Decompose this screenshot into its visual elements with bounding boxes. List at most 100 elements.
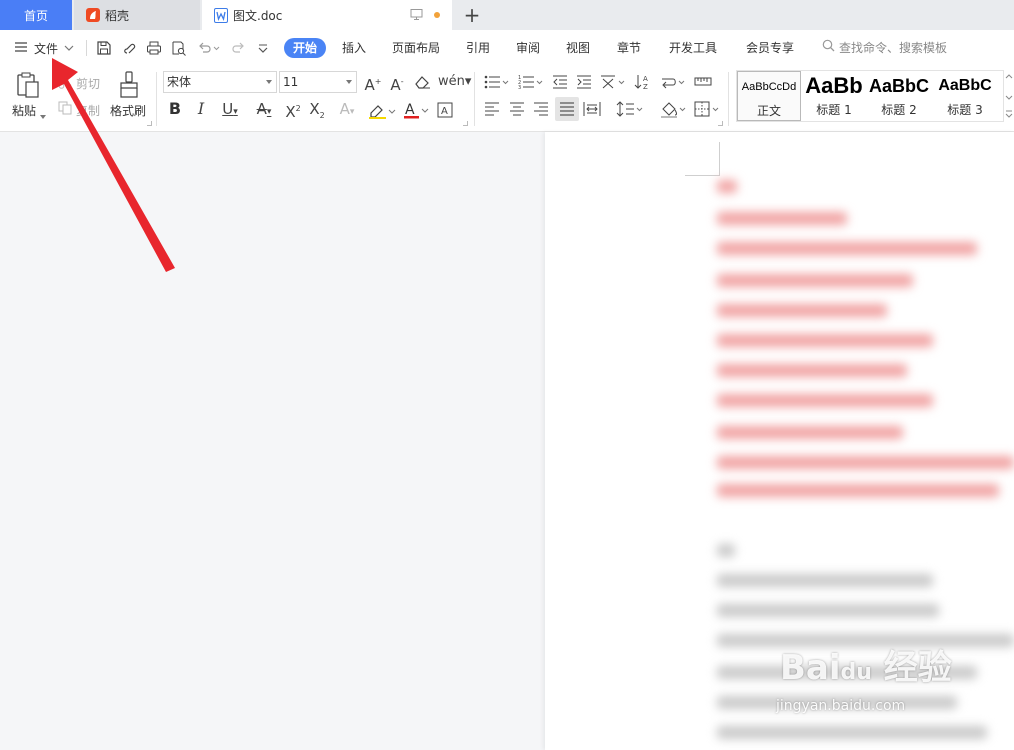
increase-indent-icon[interactable]	[576, 74, 592, 93]
style-heading-3[interactable]: AaBbC 标题 3	[933, 71, 997, 121]
blurred-text-line	[717, 426, 903, 439]
print-icon[interactable]	[146, 40, 162, 59]
strikethrough-icon[interactable]: A▾	[250, 99, 278, 122]
format-painter-icon[interactable]	[118, 71, 140, 102]
tab-daoke[interactable]: 稻壳	[74, 0, 200, 30]
tab-references[interactable]: 引用	[466, 38, 490, 58]
sort-icon[interactable]: AZ	[634, 73, 652, 94]
word-doc-icon	[214, 7, 228, 23]
paste-icon[interactable]	[16, 71, 40, 102]
font-size-select[interactable]: 11	[279, 71, 357, 93]
format-painter-button[interactable]: 格式刷	[110, 102, 146, 119]
blurred-text-line	[717, 212, 847, 225]
bullet-list-icon[interactable]	[484, 74, 510, 93]
shading-icon[interactable]	[660, 100, 688, 121]
align-center-icon[interactable]	[509, 101, 525, 120]
tab-insert[interactable]: 插入	[342, 38, 366, 58]
ribbon-divider	[474, 72, 475, 126]
quick-access-more-icon[interactable]	[257, 40, 269, 59]
character-border-icon[interactable]: A	[437, 102, 453, 121]
justify-button[interactable]	[555, 97, 579, 121]
page-margin-mark	[719, 142, 720, 176]
line-spacing-icon[interactable]	[616, 100, 644, 121]
decrease-indent-icon[interactable]	[552, 74, 568, 93]
font-color-icon[interactable]: A	[402, 101, 430, 123]
clear-formatting-icon[interactable]	[414, 74, 432, 93]
print-preview-icon[interactable]	[171, 40, 187, 59]
svg-text:3: 3	[518, 85, 521, 90]
cut-icon[interactable]	[58, 75, 72, 92]
blurred-text-line	[717, 544, 735, 557]
show-hide-marks-icon[interactable]	[660, 74, 686, 93]
align-left-icon[interactable]	[484, 101, 500, 120]
style-heading-1[interactable]: AaBb 标题 1	[803, 71, 865, 121]
clipboard-group-launcher[interactable]	[147, 121, 152, 126]
style-name: 标题 1	[816, 103, 852, 117]
tab-daoke-label: 稻壳	[105, 8, 130, 23]
paste-button[interactable]: 粘贴	[12, 102, 36, 119]
paragraph-group-launcher[interactable]	[718, 121, 723, 126]
font-name-select[interactable]: 宋体	[163, 71, 277, 93]
decrease-font-size-icon[interactable]: A-	[388, 72, 406, 95]
file-menu-button[interactable]: 文件	[14, 38, 74, 58]
tab-document[interactable]: 图文.doc	[202, 0, 452, 30]
command-search[interactable]: 查找命令、搜索模板	[822, 38, 947, 58]
save-icon[interactable]	[96, 40, 112, 59]
style-heading-2[interactable]: AaBbC 标题 2	[867, 71, 931, 121]
ribbon-divider	[156, 72, 157, 126]
align-right-icon[interactable]	[533, 101, 549, 120]
highlight-icon[interactable]	[368, 102, 396, 123]
text-effects-icon[interactable]: A▾	[334, 99, 360, 122]
tab-sections[interactable]: 章节	[617, 38, 641, 58]
style-name: 标题 2	[881, 103, 917, 117]
svg-text:A: A	[441, 106, 448, 117]
export-pdf-icon[interactable]	[122, 40, 138, 59]
blurred-text-line	[717, 242, 977, 255]
italic-icon[interactable]: I	[192, 99, 210, 119]
styles-gallery-scroller[interactable]	[1004, 70, 1014, 122]
borders-icon[interactable]	[694, 101, 722, 120]
bold-icon[interactable]: B	[166, 99, 184, 119]
tab-view[interactable]: 视图	[566, 38, 590, 58]
svg-text:A: A	[643, 75, 648, 83]
style-sample: AaBbC	[868, 76, 929, 96]
ruler-tab-icon[interactable]	[694, 74, 712, 93]
svg-text:Z: Z	[643, 83, 648, 91]
font-group-launcher[interactable]	[463, 121, 468, 126]
underline-icon[interactable]: U▾	[216, 99, 244, 122]
daoke-logo-icon	[86, 8, 100, 22]
file-menu-label: 文件	[34, 41, 59, 56]
style-normal[interactable]: AaBbCcDd 正文	[737, 71, 801, 121]
tab-review[interactable]: 审阅	[516, 38, 540, 58]
style-name: 正文	[756, 104, 781, 118]
tab-page-layout[interactable]: 页面布局	[392, 38, 440, 58]
monitor-icon[interactable]	[410, 8, 423, 24]
tab-home-label: 首页	[23, 8, 48, 23]
chinese-layout-icon[interactable]	[600, 74, 626, 93]
phonetic-guide-icon[interactable]: wén▾	[438, 72, 471, 92]
copy-button[interactable]: 复制	[76, 102, 100, 119]
ribbon-home: 粘贴 剪切 复制 格式刷 宋体 11 A+ A- wén▾ B I U▾ A▾ …	[0, 66, 1014, 132]
increase-font-size-icon[interactable]: A+	[364, 72, 382, 95]
paste-dropdown-icon[interactable]	[40, 108, 46, 122]
new-tab-button[interactable]: +	[458, 0, 486, 30]
blurred-text-line	[717, 334, 933, 347]
blurred-text-line	[717, 394, 933, 407]
tab-developer-tools[interactable]: 开发工具	[669, 38, 717, 58]
cut-button[interactable]: 剪切	[76, 75, 100, 92]
tab-start[interactable]: 开始	[284, 38, 327, 58]
distributed-align-icon[interactable]	[583, 101, 601, 120]
menu-bar: 文件 开始 插入 页面布局 引用 审阅 视图 章节 开发工具 会员专享 查找命令…	[0, 30, 1014, 66]
tab-member-exclusive[interactable]: 会员专享	[746, 38, 794, 58]
redo-icon[interactable]	[230, 40, 246, 59]
numbered-list-icon[interactable]: 123	[518, 74, 544, 93]
blurred-text-line	[717, 604, 939, 617]
tab-home[interactable]: 首页	[0, 0, 72, 30]
subscript-icon[interactable]: X2	[307, 99, 327, 126]
tab-document-label: 图文.doc	[233, 8, 283, 23]
style-sample: AaBbCcDd	[741, 81, 797, 93]
superscript-icon[interactable]: X2	[283, 99, 303, 122]
undo-icon[interactable]	[197, 40, 221, 59]
font-name-caret-icon	[266, 80, 272, 84]
copy-icon[interactable]	[58, 101, 72, 118]
